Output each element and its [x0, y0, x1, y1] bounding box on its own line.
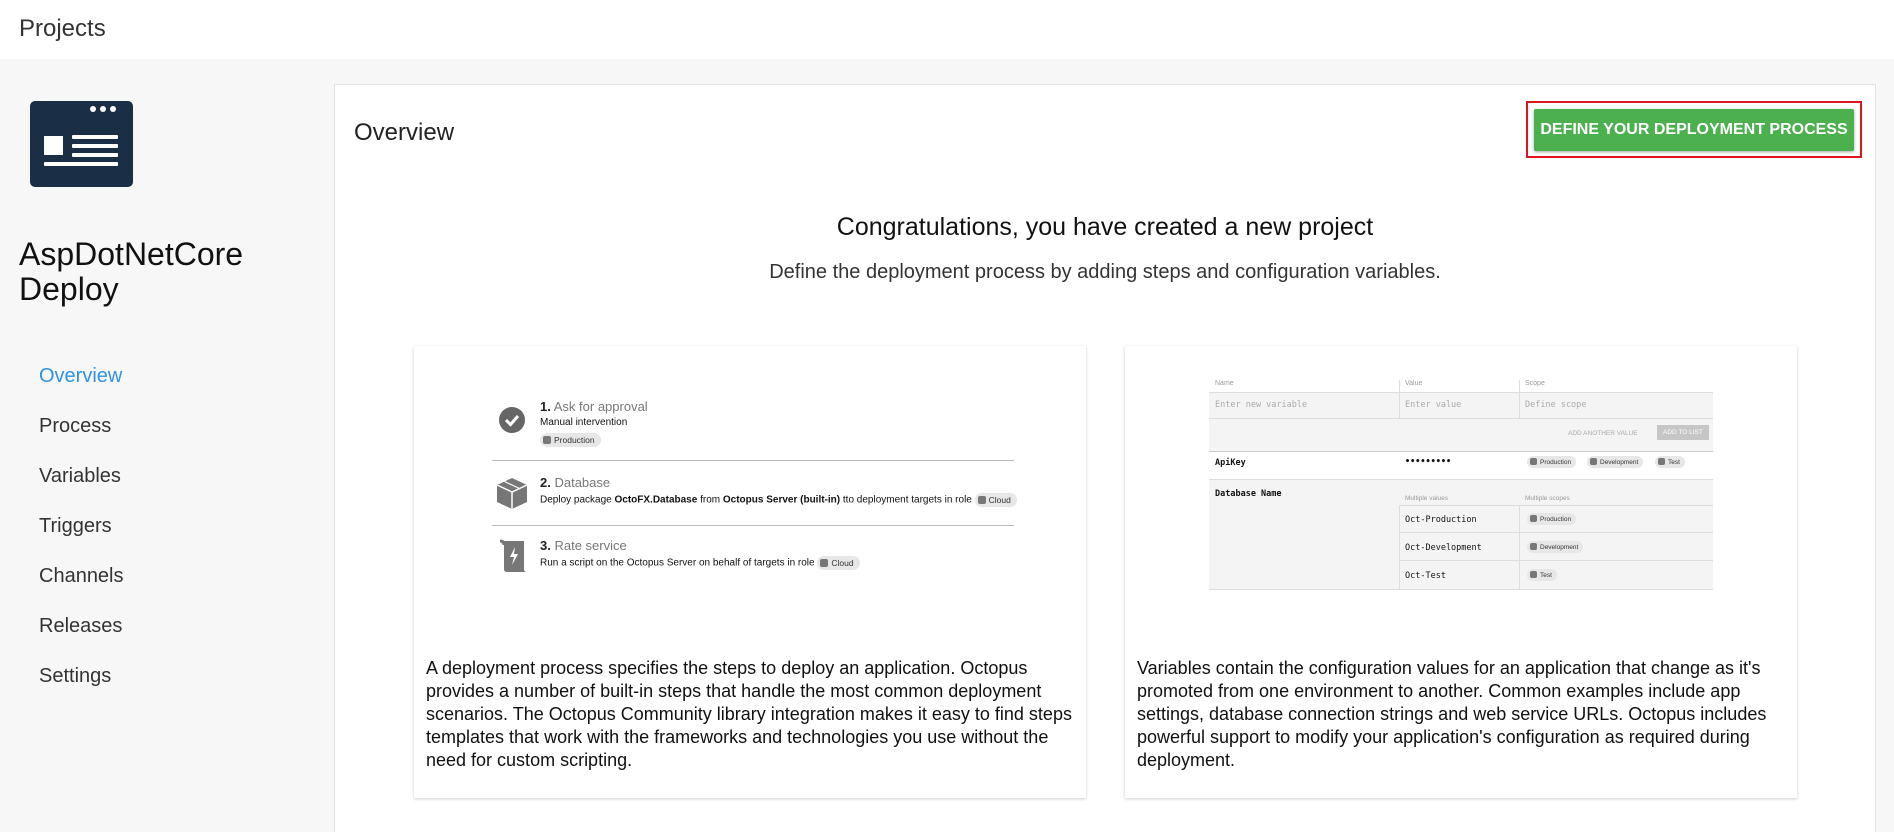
environment-chip: Production — [540, 432, 601, 447]
variables-table-illustration: Name Value Scope Enter new variable Ente… — [1209, 380, 1713, 590]
step-title: Rate service — [554, 538, 627, 553]
variable-value: Oct-Production — [1405, 515, 1477, 525]
top-bar: Projects — [0, 0, 1894, 59]
variables-info-card: Name Value Scope Enter new variable Ente… — [1125, 346, 1797, 798]
step-description: Deploy package OctoFX.Database from Octo… — [540, 493, 1017, 507]
nav-overview[interactable]: Overview — [39, 364, 124, 414]
variable-value: Oct-Development — [1405, 543, 1482, 553]
overview-panel: Overview DEFINE YOUR DEPLOYMENT PROCESS … — [334, 84, 1876, 832]
project-name: AspDotNetCore Deploy — [19, 236, 244, 307]
project-nav: Overview Process Variables Triggers Chan… — [39, 364, 124, 714]
variable-name: ApiKey — [1215, 458, 1246, 468]
environment-icon — [1530, 571, 1537, 578]
environment-icon — [1530, 543, 1537, 550]
package-box-icon — [496, 478, 528, 509]
tag-icon — [820, 559, 829, 567]
tag-icon — [977, 496, 986, 504]
process-description: A deployment process specifies the steps… — [426, 658, 1072, 770]
check-circle-icon — [499, 407, 525, 433]
column-header: Name — [1215, 380, 1234, 387]
process-step-1: 1. Ask for approval Manual intervention … — [540, 399, 648, 449]
nav-channels[interactable]: Channels — [39, 564, 124, 614]
divider — [492, 525, 1014, 526]
environment-icon — [1530, 458, 1537, 465]
step-number: 1. — [540, 399, 551, 414]
column-header: Value — [1405, 380, 1423, 387]
environment-icon — [1590, 458, 1597, 465]
page-title: Overview — [354, 119, 455, 146]
sidebar: AspDotNetCore Deploy Overview Process Va… — [0, 59, 332, 832]
process-step-2: 2. Database Deploy package OctoFX.Databa… — [540, 475, 1017, 507]
browser-window-icon — [30, 101, 133, 187]
nav-releases[interactable]: Releases — [39, 614, 124, 664]
define-deployment-process-button[interactable]: DEFINE YOUR DEPLOYMENT PROCESS — [1534, 109, 1854, 151]
multiple-values-label: Multiple values — [1405, 495, 1448, 502]
environment-icon — [543, 435, 551, 444]
nav-settings[interactable]: Settings — [39, 664, 124, 714]
congrats-subheading: Define the deployment process by adding … — [769, 261, 1441, 283]
process-info-card: 1. Ask for approval Manual intervention … — [414, 346, 1086, 798]
step-title: Ask for approval — [553, 399, 648, 414]
environment-icon — [1658, 458, 1665, 465]
scope-chip: Development — [1587, 456, 1644, 468]
scope-chip: Development — [1527, 541, 1584, 553]
new-variable-scope-placeholder: Define scope — [1525, 400, 1587, 410]
column-header: Scope — [1525, 380, 1545, 387]
divider — [492, 460, 1014, 461]
role-chip: Cloud — [817, 556, 860, 570]
step-title: Database — [554, 475, 611, 490]
new-variable-value-placeholder: Enter value — [1405, 400, 1462, 410]
step-description: Run a script on the Octopus Server on be… — [540, 556, 860, 570]
new-variable-name-placeholder: Enter new variable — [1215, 400, 1308, 410]
congrats-heading: Congratulations, you have created a new … — [836, 213, 1374, 241]
role-chip: Cloud — [974, 493, 1017, 507]
add-another-value-button: ADD ANOTHER VALUE — [1568, 430, 1638, 437]
nav-process[interactable]: Process — [39, 414, 124, 464]
breadcrumb-projects[interactable]: Projects — [19, 15, 106, 43]
process-step-3: 3. Rate service Run a script on the Octo… — [540, 538, 860, 570]
variable-value: Oct-Test — [1405, 571, 1446, 581]
variables-description: Variables contain the configuration valu… — [1137, 658, 1767, 770]
multiple-scopes-label: Multiple scopes — [1525, 495, 1570, 502]
add-to-list-button: ADD TO LIST — [1657, 425, 1709, 440]
variable-value-masked: ••••••••• — [1405, 457, 1452, 467]
environment-icon — [1530, 515, 1537, 522]
step-description: Manual intervention — [540, 417, 628, 428]
scope-chip: Production — [1527, 456, 1577, 468]
variable-name: Database Name — [1215, 489, 1282, 499]
scope-chip: Production — [1527, 513, 1577, 525]
step-number: 2. — [540, 475, 551, 490]
step-number: 3. — [540, 538, 551, 553]
nav-triggers[interactable]: Triggers — [39, 514, 124, 564]
scope-chip: Test — [1655, 456, 1685, 468]
nav-variables[interactable]: Variables — [39, 464, 124, 514]
script-icon — [499, 539, 527, 572]
scope-chip: Test — [1527, 569, 1557, 581]
